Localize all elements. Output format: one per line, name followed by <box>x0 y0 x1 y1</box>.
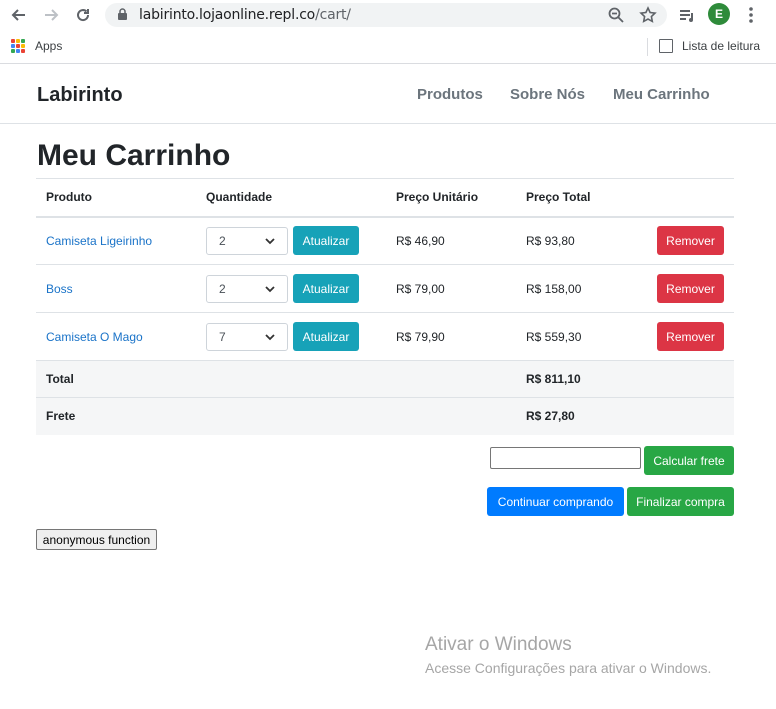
page-title: Meu Carrinho <box>37 139 231 172</box>
column-header-preco-total: Preço Total <box>516 178 646 218</box>
site-navbar: Labirinto Produtos Sobre Nós Meu Carrinh… <box>0 65 776 124</box>
total-row: Total R$ 811,10 <box>36 360 734 398</box>
site-brand[interactable]: Labirinto <box>37 84 123 107</box>
continue-shopping-button[interactable]: Continuar comprando <box>487 487 624 516</box>
page-content: Labirinto Produtos Sobre Nós Meu Carrinh… <box>0 65 776 709</box>
media-queue-icon[interactable] <box>676 4 698 26</box>
update-button[interactable]: Atualizar <box>293 226 359 256</box>
bookmarks-bar: Apps Lista de leitura <box>0 30 776 64</box>
reading-list-button[interactable]: Lista de leitura <box>682 39 760 53</box>
zoom-icon[interactable] <box>607 6 625 24</box>
quantity-value: 2 <box>219 233 226 248</box>
update-button[interactable]: Atualizar <box>293 322 359 351</box>
quantity-select[interactable]: 7 <box>206 322 288 351</box>
anonymous-function-button[interactable]: anonymous function <box>36 529 157 550</box>
chevron-down-icon <box>265 333 275 340</box>
update-button[interactable]: Atualizar <box>293 274 359 303</box>
product-link[interactable]: Boss <box>46 282 73 296</box>
remove-button[interactable]: Remover <box>657 226 724 256</box>
quantity-value: 7 <box>219 329 226 344</box>
cart-table: Produto Quantidade Preço Unitário Preço … <box>36 178 734 435</box>
chevron-down-icon <box>265 285 275 292</box>
shipping-value: R$ 27,80 <box>516 397 646 435</box>
total-price: R$ 559,30 <box>516 312 646 361</box>
remove-button[interactable]: Remover <box>657 274 724 303</box>
column-header-actions <box>646 178 734 218</box>
column-header-preco-unitario: Preço Unitário <box>386 178 516 218</box>
quantity-select[interactable]: 2 <box>206 226 288 255</box>
table-row: Camiseta O Mago 7 Atualizar R$ 79,90 R$ 5… <box>36 312 734 361</box>
zip-code-input[interactable] <box>490 447 641 469</box>
back-arrow-icon[interactable] <box>8 4 30 26</box>
lock-icon <box>117 8 128 26</box>
apps-bookmark[interactable]: Apps <box>35 39 62 53</box>
table-row: Boss 2 Atualizar R$ 79,00 R$ 158,00 Remov… <box>36 264 734 313</box>
calculate-shipping-button[interactable]: Calcular frete <box>644 446 734 475</box>
total-value: R$ 811,10 <box>516 360 646 398</box>
shipping-row: Frete R$ 27,80 <box>36 397 734 435</box>
address-bar[interactable]: labirinto.lojaonline.repl.co/cart/ <box>105 3 667 27</box>
product-link[interactable]: Camiseta Ligeirinho <box>46 234 152 248</box>
shipping-label: Frete <box>36 397 196 435</box>
total-price: R$ 93,80 <box>516 216 646 265</box>
windows-activation-subtitle: Acesse Configurações para ativar o Windo… <box>425 660 712 676</box>
nav-link-meu-carrinho[interactable]: Meu Carrinho <box>613 86 710 103</box>
chevron-down-icon <box>265 238 275 245</box>
unit-price: R$ 46,90 <box>386 216 516 265</box>
bookmarks-divider <box>647 38 648 56</box>
browser-toolbar: labirinto.lojaonline.repl.co/cart/ E <box>0 0 776 30</box>
star-icon[interactable] <box>639 6 657 24</box>
nav-link-sobre-nos[interactable]: Sobre Nós <box>510 86 585 103</box>
unit-price: R$ 79,00 <box>386 264 516 313</box>
quantity-select[interactable]: 2 <box>206 274 288 303</box>
column-header-produto: Produto <box>36 178 196 218</box>
column-header-quantidade: Quantidade <box>196 178 386 218</box>
table-row: Camiseta Ligeirinho 2 Atualizar R$ 46,90 … <box>36 216 734 265</box>
forward-arrow-icon[interactable] <box>40 4 62 26</box>
menu-dots-icon[interactable] <box>740 4 762 26</box>
reading-list-icon[interactable] <box>659 39 673 53</box>
quantity-value: 2 <box>219 281 226 296</box>
table-header-row: Produto Quantidade Preço Unitário Preço … <box>36 178 734 218</box>
remove-button[interactable]: Remover <box>657 322 724 351</box>
profile-avatar[interactable]: E <box>708 3 730 25</box>
unit-price: R$ 79,90 <box>386 312 516 361</box>
nav-link-produtos[interactable]: Produtos <box>417 86 483 103</box>
checkout-button[interactable]: Finalizar compra <box>627 487 734 516</box>
apps-grid-icon[interactable] <box>11 39 25 53</box>
reload-icon[interactable] <box>72 4 94 26</box>
total-label: Total <box>36 360 196 398</box>
total-price: R$ 158,00 <box>516 264 646 313</box>
url-text: labirinto.lojaonline.repl.co/cart/ <box>139 7 351 23</box>
windows-activation-title: Ativar o Windows <box>425 634 572 655</box>
product-link[interactable]: Camiseta O Mago <box>46 330 143 344</box>
